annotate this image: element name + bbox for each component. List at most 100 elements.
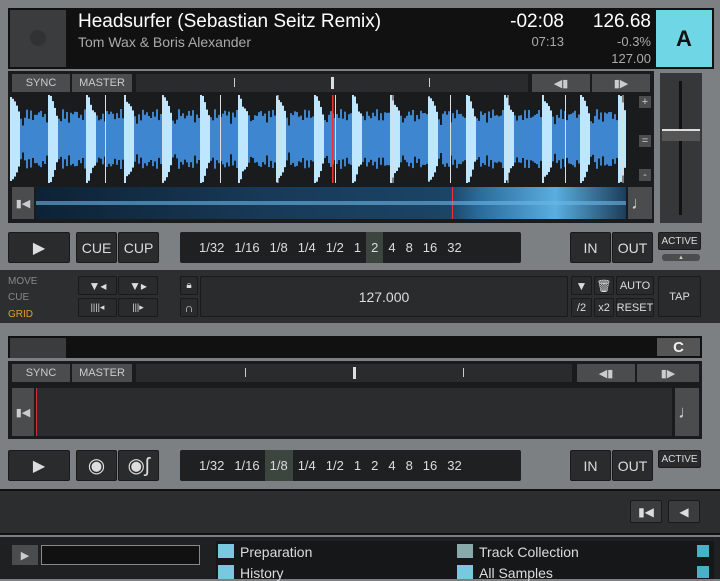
beatjump-back-button[interactable]: ◀▮ bbox=[532, 74, 590, 92]
folder-icon bbox=[218, 544, 234, 558]
tempo-fader[interactable] bbox=[660, 73, 702, 223]
waveform-bar bbox=[472, 108, 474, 170]
grid-bpm-field[interactable]: 127.000 bbox=[200, 276, 568, 317]
waveform-bar bbox=[128, 103, 130, 175]
cup-button[interactable]: CUP bbox=[118, 232, 159, 263]
master-button[interactable]: MASTER bbox=[72, 364, 132, 382]
mode-cue[interactable]: CUE bbox=[8, 292, 29, 303]
set-grid-marker-button[interactable]: ▼ bbox=[571, 276, 592, 295]
mode-move[interactable]: MOVE bbox=[8, 276, 37, 287]
play-button[interactable]: ▶ bbox=[8, 450, 70, 481]
loop-size-16[interactable]: 16 bbox=[418, 232, 442, 263]
loop-size-1-4[interactable]: 1/4 bbox=[293, 232, 321, 263]
waveform-bar bbox=[306, 117, 308, 161]
track-overview[interactable] bbox=[36, 187, 626, 219]
loop-size-1[interactable]: 1 bbox=[349, 232, 366, 263]
waveform-bar bbox=[544, 101, 546, 177]
loop-size-2[interactable]: 2 bbox=[366, 232, 384, 263]
beat-marker-icon[interactable]: ♩ bbox=[628, 187, 652, 219]
expand-button[interactable]: ▲ bbox=[662, 254, 700, 261]
loop-size-1-16[interactable]: 1/16 bbox=[229, 450, 264, 481]
waveform-bar bbox=[304, 109, 306, 169]
expand-icon[interactable] bbox=[697, 566, 709, 578]
grid-stretch-left-button[interactable]: ||||◂ bbox=[78, 298, 117, 317]
deck-letter-a[interactable]: A bbox=[656, 10, 712, 67]
loop-size-selector[interactable]: 1/32 1/16 1/8 1/4 1/2 1 2 4 8 16 32 bbox=[180, 232, 521, 263]
delete-marker-icon[interactable]: 🗑︎ bbox=[594, 276, 614, 295]
zoom-fit-button[interactable]: = bbox=[639, 135, 651, 147]
loop-size-32[interactable]: 32 bbox=[442, 450, 466, 481]
sync-button[interactable]: SYNC bbox=[12, 364, 70, 382]
deck-letter-c[interactable]: C bbox=[657, 338, 700, 356]
loop-size-32[interactable]: 32 bbox=[442, 232, 466, 263]
waveform-bar bbox=[300, 115, 302, 163]
beatjump-back-button[interactable]: ◀▮ bbox=[577, 364, 635, 382]
loop-in-button[interactable]: IN bbox=[570, 450, 611, 481]
waveform-bar bbox=[20, 118, 22, 160]
waveform-bar bbox=[228, 111, 230, 167]
headphones-icon[interactable]: ∩ bbox=[180, 298, 198, 317]
jump-start-button[interactable]: ▮◀ bbox=[12, 388, 34, 436]
grid-move-right-button[interactable]: ▼▸ bbox=[118, 276, 158, 295]
waveform-bar bbox=[192, 110, 194, 168]
loop-out-button[interactable]: OUT bbox=[612, 232, 653, 263]
loop-size-2[interactable]: 2 bbox=[366, 450, 383, 481]
tree-item-preparation[interactable]: Preparation bbox=[218, 544, 312, 560]
beatjump-forward-button[interactable]: ▮▶ bbox=[592, 74, 650, 92]
loop-size-8[interactable]: 8 bbox=[401, 232, 418, 263]
collection-icon bbox=[457, 544, 473, 558]
zoom-out-button[interactable]: - bbox=[639, 169, 651, 181]
beatjump-forward-button[interactable]: ▮▶ bbox=[637, 364, 699, 382]
search-expand-button[interactable]: ▶ bbox=[12, 545, 38, 565]
expand-icon[interactable] bbox=[697, 545, 709, 557]
loop-size-1-2[interactable]: 1/2 bbox=[321, 450, 349, 481]
waveform[interactable] bbox=[10, 95, 626, 183]
loop-size-4[interactable]: 4 bbox=[383, 232, 400, 263]
vinyl-mode-icon[interactable]: ◉ʃ bbox=[118, 450, 159, 481]
loop-size-8[interactable]: 8 bbox=[401, 450, 418, 481]
loop-size-1-32[interactable]: 1/32 bbox=[194, 232, 229, 263]
lock-icon[interactable]: 🔒︎ bbox=[180, 276, 198, 295]
loop-size-1-4[interactable]: 1/4 bbox=[293, 450, 321, 481]
zoom-in-button[interactable]: + bbox=[639, 96, 651, 108]
grid-stretch-right-button[interactable]: |||▸ bbox=[118, 298, 158, 317]
loop-size-selector[interactable]: 1/32 1/16 1/8 1/4 1/2 1 2 4 8 16 32 bbox=[180, 450, 521, 481]
half-bpm-button[interactable]: /2 bbox=[571, 298, 592, 317]
jump-start-button[interactable]: ▮◀ bbox=[12, 187, 34, 219]
back-button[interactable]: ◀ bbox=[668, 500, 700, 523]
tree-item-track-collection[interactable]: Track Collection bbox=[457, 544, 579, 560]
loop-size-1-2[interactable]: 1/2 bbox=[321, 232, 349, 263]
loop-size-1-32[interactable]: 1/32 bbox=[194, 450, 229, 481]
waveform-bar bbox=[478, 120, 480, 158]
track-overview[interactable] bbox=[36, 388, 672, 436]
cue-button[interactable]: CUE bbox=[76, 232, 117, 263]
double-bpm-button[interactable]: x2 bbox=[594, 298, 614, 317]
waveform-bar bbox=[514, 115, 516, 163]
loop-size-1-16[interactable]: 1/16 bbox=[229, 232, 264, 263]
prev-button[interactable]: ▮◀ bbox=[630, 500, 662, 523]
tap-button[interactable]: TAP bbox=[658, 276, 701, 317]
search-input[interactable] bbox=[41, 545, 200, 565]
loop-active-button[interactable]: ACTIVE bbox=[658, 232, 701, 250]
loop-in-button[interactable]: IN bbox=[570, 232, 611, 263]
master-button[interactable]: MASTER bbox=[72, 74, 132, 92]
waveform-bar bbox=[314, 95, 316, 183]
loop-size-1[interactable]: 1 bbox=[349, 450, 366, 481]
waveform-bar bbox=[42, 116, 44, 162]
reset-button[interactable]: RESET bbox=[616, 298, 654, 317]
play-button[interactable]: ▶ bbox=[8, 232, 70, 263]
loop-size-1-8[interactable]: 1/8 bbox=[265, 232, 293, 263]
global-section bbox=[0, 489, 720, 535]
beat-marker-icon[interactable]: ♩ bbox=[675, 388, 699, 436]
loop-size-4[interactable]: 4 bbox=[383, 450, 400, 481]
sync-button[interactable]: SYNC bbox=[12, 74, 70, 92]
loop-active-button[interactable]: ACTIVE bbox=[658, 450, 701, 468]
grid-move-left-button[interactable]: ▼◂ bbox=[78, 276, 117, 295]
waveform-bar bbox=[356, 103, 358, 175]
loop-out-button[interactable]: OUT bbox=[612, 450, 653, 481]
loop-size-1-8[interactable]: 1/8 bbox=[264, 450, 293, 481]
mode-grid[interactable]: GRID bbox=[8, 309, 33, 320]
cd-mode-icon[interactable]: ◉ bbox=[76, 450, 117, 481]
auto-button[interactable]: AUTO bbox=[616, 276, 654, 295]
loop-size-16[interactable]: 16 bbox=[418, 450, 442, 481]
